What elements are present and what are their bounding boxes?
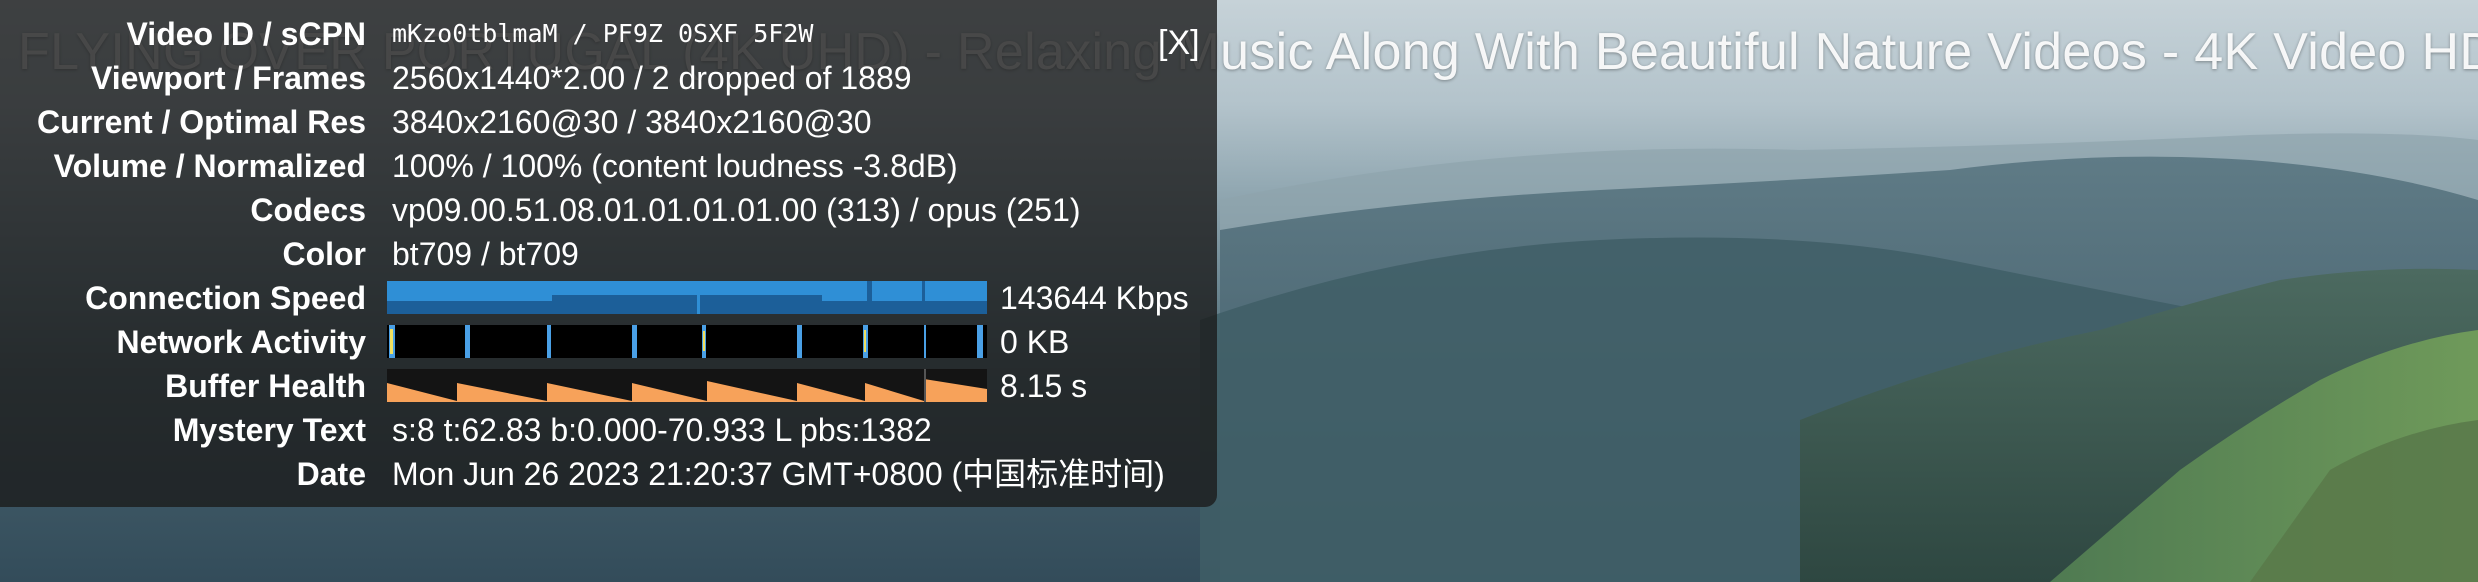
stats-label: Date <box>296 456 366 492</box>
stats-label: Codecs <box>250 192 366 228</box>
stats-row-resolution: Current / Optimal Res 3840x2160@30 / 384… <box>0 100 1217 144</box>
stats-row-mystery-text: Mystery Text s:8 t:62.83 b:0.000-70.933 … <box>0 408 1217 452</box>
stats-value: 143644 Kbps <box>1000 280 1189 316</box>
stats-value: mKzo0tblmaM / PF9Z 0SXF 5F2W <box>392 19 814 48</box>
stats-label: Buffer Health <box>165 368 366 404</box>
stats-row-codecs: Codecs vp09.00.51.08.01.01.01.01.00 (313… <box>0 188 1217 232</box>
stats-row-connection-speed: Connection Speed 143644 Kbps <box>0 276 1217 320</box>
stats-row-buffer-health: Buffer Health 8.15 s <box>0 364 1217 408</box>
stats-row-volume: Volume / Normalized 100% / 100% (content… <box>0 144 1217 188</box>
stats-value: vp09.00.51.08.01.01.01.01.00 (313) / opu… <box>392 192 1081 228</box>
stats-label: Network Activity <box>116 324 366 360</box>
stats-label: Video ID / sCPN <box>126 16 366 52</box>
network-activity-graph <box>387 325 987 358</box>
stats-value: 100% / 100% (content loudness -3.8dB) <box>392 148 958 184</box>
stats-value: 2560x1440*2.00 / 2 dropped of 1889 <box>392 60 912 96</box>
stats-row-date: Date Mon Jun 26 2023 21:20:37 GMT+0800 (… <box>0 452 1217 496</box>
stats-for-nerds-panel: [X] Video ID / sCPN mKzo0tblmaM / PF9Z 0… <box>0 0 1217 507</box>
stats-label: Mystery Text <box>172 412 366 448</box>
stats-row-viewport: Viewport / Frames 2560x1440*2.00 / 2 dro… <box>0 56 1217 100</box>
stats-value: 8.15 s <box>1000 368 1088 404</box>
stats-row-color: Color bt709 / bt709 <box>0 232 1217 276</box>
stats-value: bt709 / bt709 <box>392 236 579 272</box>
buffer-health-graph <box>387 369 987 402</box>
stats-label: Current / Optimal Res <box>37 104 366 140</box>
stats-label: Connection Speed <box>85 280 366 316</box>
stats-row-video-id: Video ID / sCPN mKzo0tblmaM / PF9Z 0SXF … <box>0 12 1217 56</box>
stats-value: Mon Jun 26 2023 21:20:37 GMT+0800 (中国标准时… <box>392 456 1165 492</box>
connection-speed-graph <box>387 281 987 314</box>
stats-value: 3840x2160@30 / 3840x2160@30 <box>392 104 872 140</box>
stats-value: 0 KB <box>1000 324 1070 360</box>
stats-label: Color <box>282 236 366 272</box>
stats-label: Volume / Normalized <box>53 148 366 184</box>
stats-value: s:8 t:62.83 b:0.000-70.933 L pbs:1382 <box>392 412 932 448</box>
stats-row-network-activity: Network Activity 0 KB <box>0 320 1217 364</box>
stats-label: Viewport / Frames <box>90 60 366 96</box>
